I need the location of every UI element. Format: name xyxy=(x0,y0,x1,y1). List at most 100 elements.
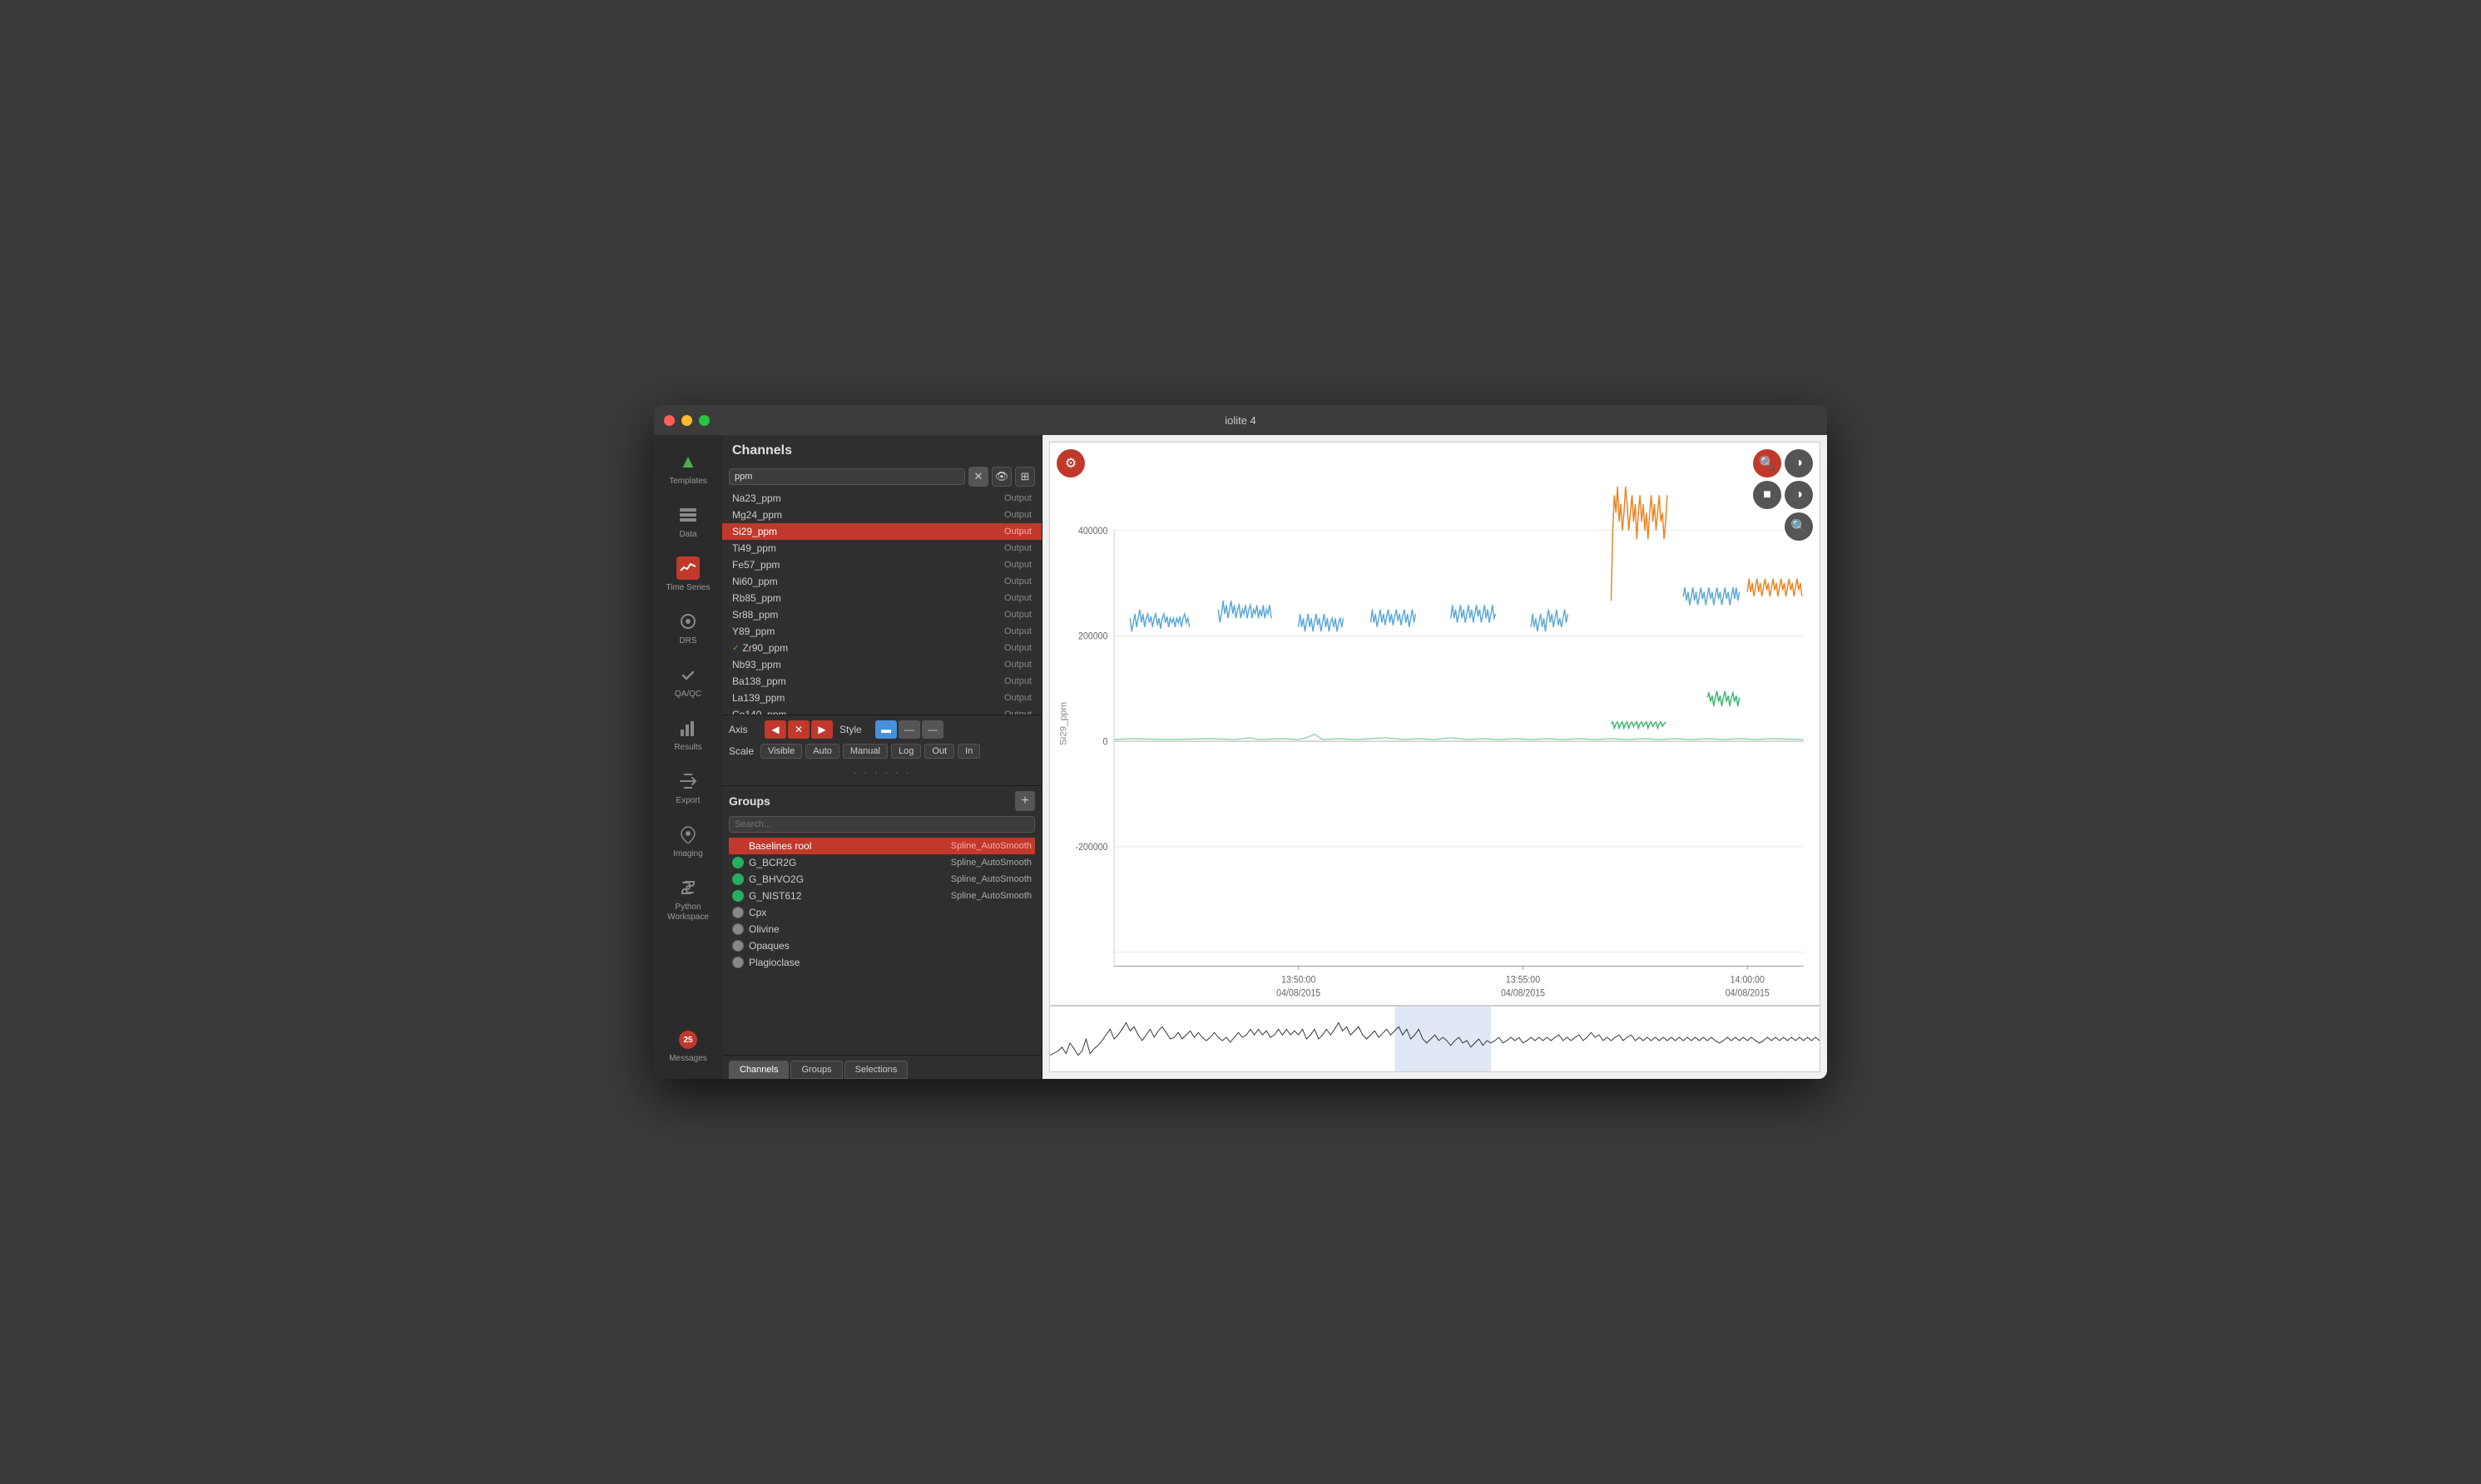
group-item[interactable]: Cpx xyxy=(729,904,1035,921)
channel-name: Rb85_ppm xyxy=(732,592,1004,604)
maximize-button[interactable] xyxy=(699,415,710,426)
scale-in-button[interactable]: In xyxy=(958,744,980,759)
chart-settings-button[interactable]: ⚙ xyxy=(1057,449,1085,477)
titlebar: iolite 4 xyxy=(654,405,1827,435)
channel-item[interactable]: Sr88_ppmOutput xyxy=(722,606,1042,623)
group-spline: Spline_AutoSmooth xyxy=(951,841,1032,851)
axis-clear-button[interactable]: ✕ xyxy=(788,720,810,739)
channel-item[interactable]: Ni60_ppmOutput xyxy=(722,573,1042,590)
group-item[interactable]: Opaques xyxy=(729,937,1035,954)
add-group-button[interactable]: + xyxy=(1015,791,1035,811)
templates-icon: ▲ xyxy=(676,450,700,473)
tab-groups[interactable]: Groups xyxy=(790,1061,842,1079)
main-chart: ⚙ 🔍 ◑ ■ ◑ 🔍 xyxy=(1049,442,1820,1006)
channel-type: Output xyxy=(1004,676,1032,686)
sidebar-item-drs[interactable]: DRS xyxy=(654,601,722,655)
group-item[interactable]: G_BHVO2G Spline_AutoSmooth xyxy=(729,871,1035,888)
group-item[interactable]: Baselines rool Spline_AutoSmooth xyxy=(729,838,1035,854)
scale-row: Scale Visible Auto Manual Log Out In xyxy=(729,744,1035,759)
sidebar-item-label: Time Series xyxy=(666,583,711,593)
group-item[interactable]: G_BCR2G Spline_AutoSmooth xyxy=(729,854,1035,871)
axis-next-button[interactable]: ▶ xyxy=(811,720,833,739)
channel-name: Fe57_ppm xyxy=(732,559,1004,571)
channel-item[interactable]: Zr90_ppmOutput xyxy=(722,640,1042,656)
channel-item[interactable]: Y89_ppmOutput xyxy=(722,623,1042,640)
chart-svg: 400000 200000 0 -200000 Si29_ppm xyxy=(1050,443,1820,1005)
sidebar-item-python[interactable]: Python Workspace xyxy=(654,868,722,931)
channel-item[interactable]: Si29_ppmOutput xyxy=(722,523,1042,540)
axis-row: Axis ◀ ✕ ▶ Style ▬ — — xyxy=(729,720,1035,739)
channel-item[interactable]: Rb85_ppmOutput xyxy=(722,590,1042,606)
channel-type: Output xyxy=(1004,493,1032,503)
sidebar: ▲ Templates Data Time Series xyxy=(654,435,722,1079)
main-content: ▲ Templates Data Time Series xyxy=(654,435,1827,1079)
sidebar-item-templates[interactable]: ▲ Templates xyxy=(654,442,722,495)
tab-selections[interactable]: Selections xyxy=(844,1061,909,1079)
mini-chart-svg xyxy=(1050,1007,1820,1071)
channel-name: Si29_ppm xyxy=(732,526,1004,537)
chart-search-button[interactable]: 🔍 xyxy=(1753,449,1781,477)
axis-prev-button[interactable]: ◀ xyxy=(765,720,786,739)
qaqc-icon xyxy=(676,663,700,686)
channel-item[interactable]: Na23_ppmOutput xyxy=(722,490,1042,507)
sidebar-item-data[interactable]: Data xyxy=(654,495,722,548)
style-dash-button[interactable]: — xyxy=(899,720,920,739)
channel-type: Output xyxy=(1004,510,1032,520)
tab-channels[interactable]: Channels xyxy=(729,1061,789,1079)
channel-type: Output xyxy=(1004,643,1032,653)
group-name: G_BCR2G xyxy=(749,857,951,868)
minimize-button[interactable] xyxy=(681,415,692,426)
axis-label: Axis xyxy=(729,724,758,735)
sidebar-item-qaqc[interactable]: QA/QC xyxy=(654,655,722,708)
clear-search-button[interactable]: ✕ xyxy=(968,467,988,487)
sidebar-item-imaging[interactable]: Imaging xyxy=(654,814,722,868)
options-button[interactable]: ⊞ xyxy=(1015,467,1035,487)
sidebar-item-results[interactable]: Results xyxy=(654,708,722,761)
sidebar-item-label: Data xyxy=(679,530,696,540)
channel-type: Output xyxy=(1004,610,1032,620)
eye-button[interactable]: 👁 xyxy=(992,467,1012,487)
channel-name: Ba138_ppm xyxy=(732,675,1004,687)
scale-visible-button[interactable]: Visible xyxy=(760,744,802,759)
sidebar-item-timeseries[interactable]: Time Series xyxy=(654,548,722,601)
scale-auto-button[interactable]: Auto xyxy=(805,744,839,759)
chart-filter-button[interactable]: ◑ xyxy=(1785,449,1813,477)
channel-item[interactable]: Fe57_ppmOutput xyxy=(722,556,1042,573)
channel-item[interactable]: Ba138_ppmOutput xyxy=(722,673,1042,690)
group-item[interactable]: G_NIST612 Spline_AutoSmooth xyxy=(729,888,1035,904)
svg-text:400000: 400000 xyxy=(1078,526,1107,537)
group-item[interactable]: Olivine xyxy=(729,921,1035,937)
svg-text:-200000: -200000 xyxy=(1076,843,1108,853)
svg-text:13:55:00: 13:55:00 xyxy=(1506,975,1540,986)
channel-item[interactable]: Mg24_ppmOutput xyxy=(722,507,1042,523)
style-btn-group: ▬ — — xyxy=(875,720,943,739)
channel-search-input[interactable] xyxy=(729,468,965,485)
channel-item[interactable]: Ce140_ppmOutput xyxy=(722,706,1042,715)
channel-item[interactable]: Ti49_ppmOutput xyxy=(722,540,1042,556)
style-solid-button[interactable]: ▬ xyxy=(875,720,897,739)
scale-btn-group: Visible Auto Manual Log Out In xyxy=(760,744,980,759)
svg-text:04/08/2015: 04/08/2015 xyxy=(1501,988,1545,999)
chart-zoom-button[interactable]: 🔍 xyxy=(1785,512,1813,541)
group-color-dot xyxy=(732,890,744,902)
sidebar-item-label: Python Workspace xyxy=(667,903,709,923)
chart-stop-button[interactable]: ■ xyxy=(1753,481,1781,509)
sidebar-item-export[interactable]: Export xyxy=(654,761,722,814)
chart-area: ⚙ 🔍 ◑ ■ ◑ 🔍 xyxy=(1042,435,1827,1079)
scale-manual-button[interactable]: Manual xyxy=(843,744,888,759)
scale-out-button[interactable]: Out xyxy=(924,744,954,759)
channel-item[interactable]: Nb93_ppmOutput xyxy=(722,656,1042,673)
channel-item[interactable]: La139_ppmOutput xyxy=(722,690,1042,706)
sidebar-item-messages[interactable]: 25 Messages xyxy=(654,1022,722,1072)
groups-search-input[interactable] xyxy=(729,816,1035,833)
chart-top-row-1: 🔍 ◑ xyxy=(1753,449,1813,477)
sidebar-item-label: Templates xyxy=(669,477,707,487)
style-label: Style xyxy=(839,724,869,735)
style-dash2-button[interactable]: — xyxy=(922,720,943,739)
sidebar-item-label: Results xyxy=(674,743,701,753)
scale-log-button[interactable]: Log xyxy=(891,744,921,759)
chart-circle2-button[interactable]: ◑ xyxy=(1785,481,1813,509)
messages-label: Messages xyxy=(669,1054,707,1064)
group-item[interactable]: Plagioclase xyxy=(729,954,1035,971)
close-button[interactable] xyxy=(664,415,675,426)
